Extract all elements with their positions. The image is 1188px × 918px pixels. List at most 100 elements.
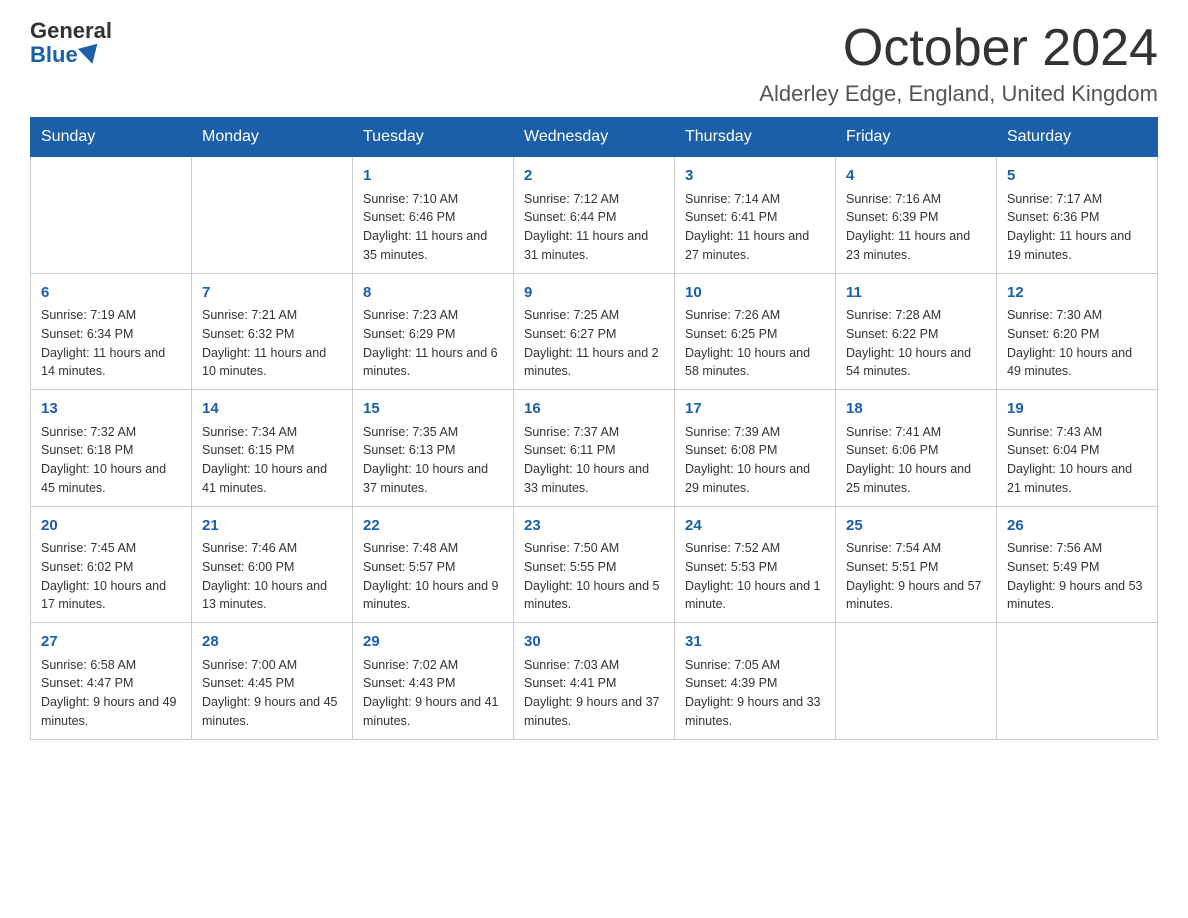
calendar-cell: 20Sunrise: 7:45 AM Sunset: 6:02 PM Dayli… — [31, 506, 192, 623]
day-number: 17 — [685, 398, 825, 421]
day-number: 7 — [202, 282, 342, 305]
calendar-cell: 26Sunrise: 7:56 AM Sunset: 5:49 PM Dayli… — [997, 506, 1158, 623]
day-number: 27 — [41, 631, 181, 654]
day-number: 15 — [363, 398, 503, 421]
day-info: Sunrise: 7:21 AM Sunset: 6:32 PM Dayligh… — [202, 306, 342, 381]
day-number: 10 — [685, 282, 825, 305]
day-info: Sunrise: 7:50 AM Sunset: 5:55 PM Dayligh… — [524, 539, 664, 614]
calendar-week-row: 20Sunrise: 7:45 AM Sunset: 6:02 PM Dayli… — [31, 506, 1158, 623]
calendar-cell — [836, 623, 997, 740]
day-number: 24 — [685, 515, 825, 538]
header-monday: Monday — [192, 118, 353, 157]
day-info: Sunrise: 7:10 AM Sunset: 6:46 PM Dayligh… — [363, 190, 503, 265]
calendar-cell: 12Sunrise: 7:30 AM Sunset: 6:20 PM Dayli… — [997, 273, 1158, 390]
day-info: Sunrise: 7:02 AM Sunset: 4:43 PM Dayligh… — [363, 656, 503, 731]
calendar-cell: 30Sunrise: 7:03 AM Sunset: 4:41 PM Dayli… — [514, 623, 675, 740]
day-number: 26 — [1007, 515, 1147, 538]
day-info: Sunrise: 7:48 AM Sunset: 5:57 PM Dayligh… — [363, 539, 503, 614]
calendar-table: Sunday Monday Tuesday Wednesday Thursday… — [30, 117, 1158, 740]
logo-blue-text: Blue — [30, 42, 100, 68]
day-number: 9 — [524, 282, 664, 305]
day-number: 3 — [685, 165, 825, 188]
day-info: Sunrise: 7:30 AM Sunset: 6:20 PM Dayligh… — [1007, 306, 1147, 381]
day-info: Sunrise: 7:25 AM Sunset: 6:27 PM Dayligh… — [524, 306, 664, 381]
day-number: 29 — [363, 631, 503, 654]
day-info: Sunrise: 7:12 AM Sunset: 6:44 PM Dayligh… — [524, 190, 664, 265]
calendar-cell: 6Sunrise: 7:19 AM Sunset: 6:34 PM Daylig… — [31, 273, 192, 390]
day-number: 13 — [41, 398, 181, 421]
day-info: Sunrise: 7:17 AM Sunset: 6:36 PM Dayligh… — [1007, 190, 1147, 265]
day-info: Sunrise: 7:56 AM Sunset: 5:49 PM Dayligh… — [1007, 539, 1147, 614]
calendar-cell: 16Sunrise: 7:37 AM Sunset: 6:11 PM Dayli… — [514, 390, 675, 507]
logo-triangle-icon — [78, 44, 102, 67]
day-number: 23 — [524, 515, 664, 538]
day-info: Sunrise: 7:19 AM Sunset: 6:34 PM Dayligh… — [41, 306, 181, 381]
day-number: 30 — [524, 631, 664, 654]
calendar-cell: 8Sunrise: 7:23 AM Sunset: 6:29 PM Daylig… — [353, 273, 514, 390]
day-number: 4 — [846, 165, 986, 188]
calendar-cell — [31, 157, 192, 274]
header-wednesday: Wednesday — [514, 118, 675, 157]
day-info: Sunrise: 7:16 AM Sunset: 6:39 PM Dayligh… — [846, 190, 986, 265]
day-info: Sunrise: 7:28 AM Sunset: 6:22 PM Dayligh… — [846, 306, 986, 381]
calendar-cell: 3Sunrise: 7:14 AM Sunset: 6:41 PM Daylig… — [675, 157, 836, 274]
day-info: Sunrise: 7:05 AM Sunset: 4:39 PM Dayligh… — [685, 656, 825, 731]
calendar-cell: 13Sunrise: 7:32 AM Sunset: 6:18 PM Dayli… — [31, 390, 192, 507]
calendar-cell: 2Sunrise: 7:12 AM Sunset: 6:44 PM Daylig… — [514, 157, 675, 274]
day-info: Sunrise: 7:14 AM Sunset: 6:41 PM Dayligh… — [685, 190, 825, 265]
title-section: October 2024 Alderley Edge, England, Uni… — [759, 20, 1158, 107]
day-number: 21 — [202, 515, 342, 538]
calendar-cell: 5Sunrise: 7:17 AM Sunset: 6:36 PM Daylig… — [997, 157, 1158, 274]
day-info: Sunrise: 7:43 AM Sunset: 6:04 PM Dayligh… — [1007, 423, 1147, 498]
calendar-cell: 1Sunrise: 7:10 AM Sunset: 6:46 PM Daylig… — [353, 157, 514, 274]
day-number: 18 — [846, 398, 986, 421]
calendar-cell: 21Sunrise: 7:46 AM Sunset: 6:00 PM Dayli… — [192, 506, 353, 623]
day-info: Sunrise: 7:54 AM Sunset: 5:51 PM Dayligh… — [846, 539, 986, 614]
calendar-cell: 11Sunrise: 7:28 AM Sunset: 6:22 PM Dayli… — [836, 273, 997, 390]
day-number: 1 — [363, 165, 503, 188]
day-info: Sunrise: 7:35 AM Sunset: 6:13 PM Dayligh… — [363, 423, 503, 498]
day-info: Sunrise: 7:39 AM Sunset: 6:08 PM Dayligh… — [685, 423, 825, 498]
day-info: Sunrise: 7:03 AM Sunset: 4:41 PM Dayligh… — [524, 656, 664, 731]
calendar-cell: 27Sunrise: 6:58 AM Sunset: 4:47 PM Dayli… — [31, 623, 192, 740]
day-number: 6 — [41, 282, 181, 305]
calendar-cell: 4Sunrise: 7:16 AM Sunset: 6:39 PM Daylig… — [836, 157, 997, 274]
calendar-cell: 24Sunrise: 7:52 AM Sunset: 5:53 PM Dayli… — [675, 506, 836, 623]
calendar-cell: 19Sunrise: 7:43 AM Sunset: 6:04 PM Dayli… — [997, 390, 1158, 507]
calendar-week-row: 13Sunrise: 7:32 AM Sunset: 6:18 PM Dayli… — [31, 390, 1158, 507]
day-info: Sunrise: 7:41 AM Sunset: 6:06 PM Dayligh… — [846, 423, 986, 498]
calendar-cell: 28Sunrise: 7:00 AM Sunset: 4:45 PM Dayli… — [192, 623, 353, 740]
day-info: Sunrise: 7:52 AM Sunset: 5:53 PM Dayligh… — [685, 539, 825, 614]
day-number: 14 — [202, 398, 342, 421]
calendar-cell: 10Sunrise: 7:26 AM Sunset: 6:25 PM Dayli… — [675, 273, 836, 390]
day-number: 11 — [846, 282, 986, 305]
header-friday: Friday — [836, 118, 997, 157]
header-saturday: Saturday — [997, 118, 1158, 157]
calendar-cell: 14Sunrise: 7:34 AM Sunset: 6:15 PM Dayli… — [192, 390, 353, 507]
calendar-week-row: 6Sunrise: 7:19 AM Sunset: 6:34 PM Daylig… — [31, 273, 1158, 390]
header-sunday: Sunday — [31, 118, 192, 157]
day-info: Sunrise: 7:45 AM Sunset: 6:02 PM Dayligh… — [41, 539, 181, 614]
calendar-cell — [997, 623, 1158, 740]
day-info: Sunrise: 7:34 AM Sunset: 6:15 PM Dayligh… — [202, 423, 342, 498]
calendar-cell: 29Sunrise: 7:02 AM Sunset: 4:43 PM Dayli… — [353, 623, 514, 740]
day-number: 22 — [363, 515, 503, 538]
calendar-cell: 15Sunrise: 7:35 AM Sunset: 6:13 PM Dayli… — [353, 390, 514, 507]
logo-general-text: General — [30, 20, 112, 42]
day-info: Sunrise: 7:46 AM Sunset: 6:00 PM Dayligh… — [202, 539, 342, 614]
page-header: General Blue October 2024 Alderley Edge,… — [30, 20, 1158, 107]
logo: General Blue — [30, 20, 112, 68]
calendar-cell: 31Sunrise: 7:05 AM Sunset: 4:39 PM Dayli… — [675, 623, 836, 740]
day-info: Sunrise: 7:32 AM Sunset: 6:18 PM Dayligh… — [41, 423, 181, 498]
day-number: 2 — [524, 165, 664, 188]
day-number: 8 — [363, 282, 503, 305]
calendar-cell: 17Sunrise: 7:39 AM Sunset: 6:08 PM Dayli… — [675, 390, 836, 507]
day-number: 28 — [202, 631, 342, 654]
calendar-cell: 9Sunrise: 7:25 AM Sunset: 6:27 PM Daylig… — [514, 273, 675, 390]
calendar-cell: 7Sunrise: 7:21 AM Sunset: 6:32 PM Daylig… — [192, 273, 353, 390]
calendar-week-row: 1Sunrise: 7:10 AM Sunset: 6:46 PM Daylig… — [31, 157, 1158, 274]
day-number: 25 — [846, 515, 986, 538]
day-number: 20 — [41, 515, 181, 538]
header-tuesday: Tuesday — [353, 118, 514, 157]
day-info: Sunrise: 7:23 AM Sunset: 6:29 PM Dayligh… — [363, 306, 503, 381]
